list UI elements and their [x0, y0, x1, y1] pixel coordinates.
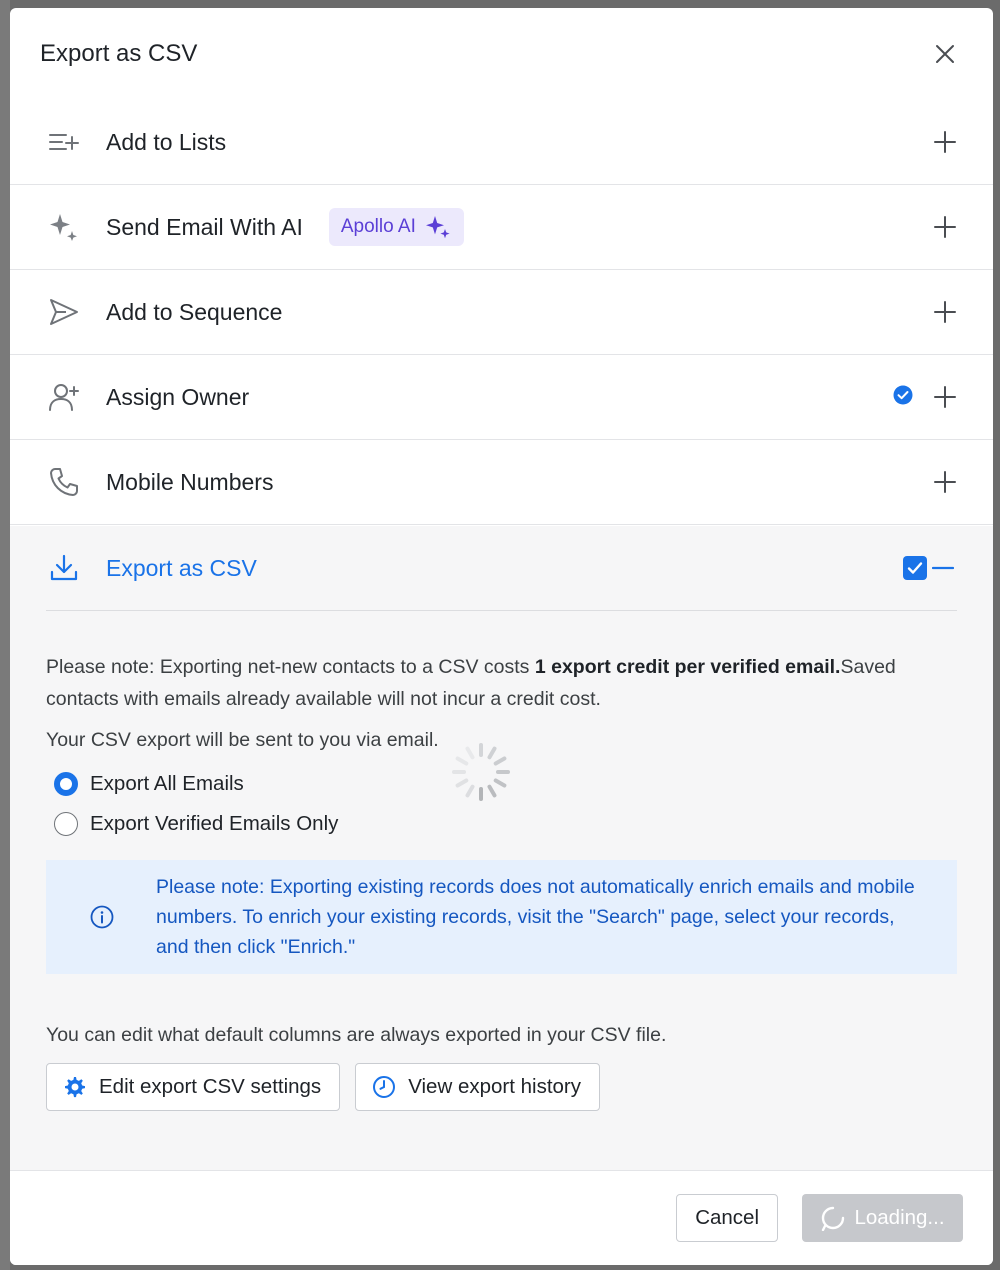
- export-csv-header[interactable]: Export as CSV: [46, 526, 957, 611]
- download-icon: [46, 550, 82, 586]
- minus-icon: [932, 566, 954, 570]
- action-label: Mobile Numbers: [106, 468, 274, 495]
- send-icon: [46, 294, 82, 330]
- radio-label: Export Verified Emails Only: [90, 812, 339, 835]
- action-row-add-to-sequence[interactable]: Add to Sequence: [10, 270, 993, 355]
- loading-icon: [822, 1206, 845, 1231]
- plus-icon: [934, 301, 956, 323]
- radio-button-selected[interactable]: [54, 772, 78, 796]
- plus-icon: [934, 216, 956, 238]
- cancel-button[interactable]: Cancel: [676, 1194, 778, 1242]
- phone-icon: [46, 464, 82, 500]
- plus-icon: [934, 131, 956, 153]
- action-row-mobile-numbers[interactable]: Mobile Numbers: [10, 440, 993, 525]
- enrich-info-text: Please note: Exporting existing records …: [156, 876, 915, 958]
- action-row-send-email-ai[interactable]: Send Email With AI Apollo AI: [10, 185, 993, 270]
- modal-footer: Cancel Loading...: [10, 1170, 993, 1265]
- sparkle-icon: [46, 209, 82, 245]
- list-add-icon: [46, 124, 82, 160]
- check-circle-icon: [893, 385, 913, 410]
- gear-icon: [65, 1077, 85, 1098]
- radio-button[interactable]: [54, 812, 78, 836]
- expand-mobile-numbers-button[interactable]: [931, 468, 959, 496]
- expand-send-email-button[interactable]: [931, 213, 959, 241]
- ai-sparkle-icon: [425, 216, 450, 239]
- cancel-label: Cancel: [695, 1206, 759, 1229]
- action-label: Add to Sequence: [106, 298, 283, 325]
- plus-icon: [934, 386, 956, 408]
- action-row-assign-owner[interactable]: Assign Owner: [10, 355, 993, 440]
- export-csv-checkbox[interactable]: [903, 556, 927, 580]
- apollo-ai-badge-label: Apollo AI: [340, 216, 416, 237]
- close-button[interactable]: [927, 36, 963, 72]
- export-modal: Export as CSV Add to Lists Send Email Wi…: [10, 8, 993, 1265]
- edit-export-settings-label: Edit export CSV settings: [99, 1075, 322, 1098]
- loading-label: Loading...: [854, 1206, 945, 1229]
- modal-title: Export as CSV: [40, 40, 198, 67]
- export-csv-label: Export as CSV: [106, 554, 257, 581]
- radio-label: Export All Emails: [90, 772, 244, 795]
- expand-add-to-lists-button[interactable]: [931, 128, 959, 156]
- view-export-history-label: View export history: [408, 1075, 581, 1098]
- expand-assign-owner-button[interactable]: [931, 383, 959, 411]
- action-label: Send Email With AI: [106, 213, 303, 240]
- edit-export-settings-button[interactable]: Edit export CSV settings: [46, 1063, 341, 1111]
- loading-button: Loading...: [802, 1194, 963, 1242]
- close-icon: [936, 45, 954, 63]
- expand-add-to-sequence-button[interactable]: [931, 298, 959, 326]
- action-row-add-to-lists[interactable]: Add to Lists: [10, 100, 993, 185]
- plus-icon: [934, 471, 956, 493]
- collapse-export-csv-button[interactable]: [931, 556, 955, 580]
- radio-export-verified-only[interactable]: Export Verified Emails Only: [54, 812, 957, 836]
- user-add-icon: [46, 379, 82, 415]
- loading-spinner-icon: [452, 743, 510, 801]
- background-page: [0, 0, 10, 1270]
- info-icon: [90, 905, 114, 929]
- apollo-ai-badge: Apollo AI: [328, 208, 464, 246]
- action-label: Assign Owner: [106, 383, 250, 410]
- clock-icon: [373, 1076, 396, 1098]
- enrich-info-box: Please note: Exporting existing records …: [46, 860, 957, 974]
- export-csv-section: Export as CSV Please note: Exporting net…: [10, 526, 993, 1178]
- credit-cost-note: Please note: Exporting net-new contacts …: [46, 656, 896, 710]
- modal-header: Export as CSV: [10, 8, 993, 100]
- checkmark-icon: [907, 562, 923, 574]
- export-csv-content: Please note: Exporting net-new contacts …: [10, 651, 993, 1111]
- view-export-history-button[interactable]: View export history: [355, 1063, 600, 1111]
- action-label: Add to Lists: [106, 128, 227, 155]
- columns-note: You can edit what default columns are al…: [46, 1024, 667, 1046]
